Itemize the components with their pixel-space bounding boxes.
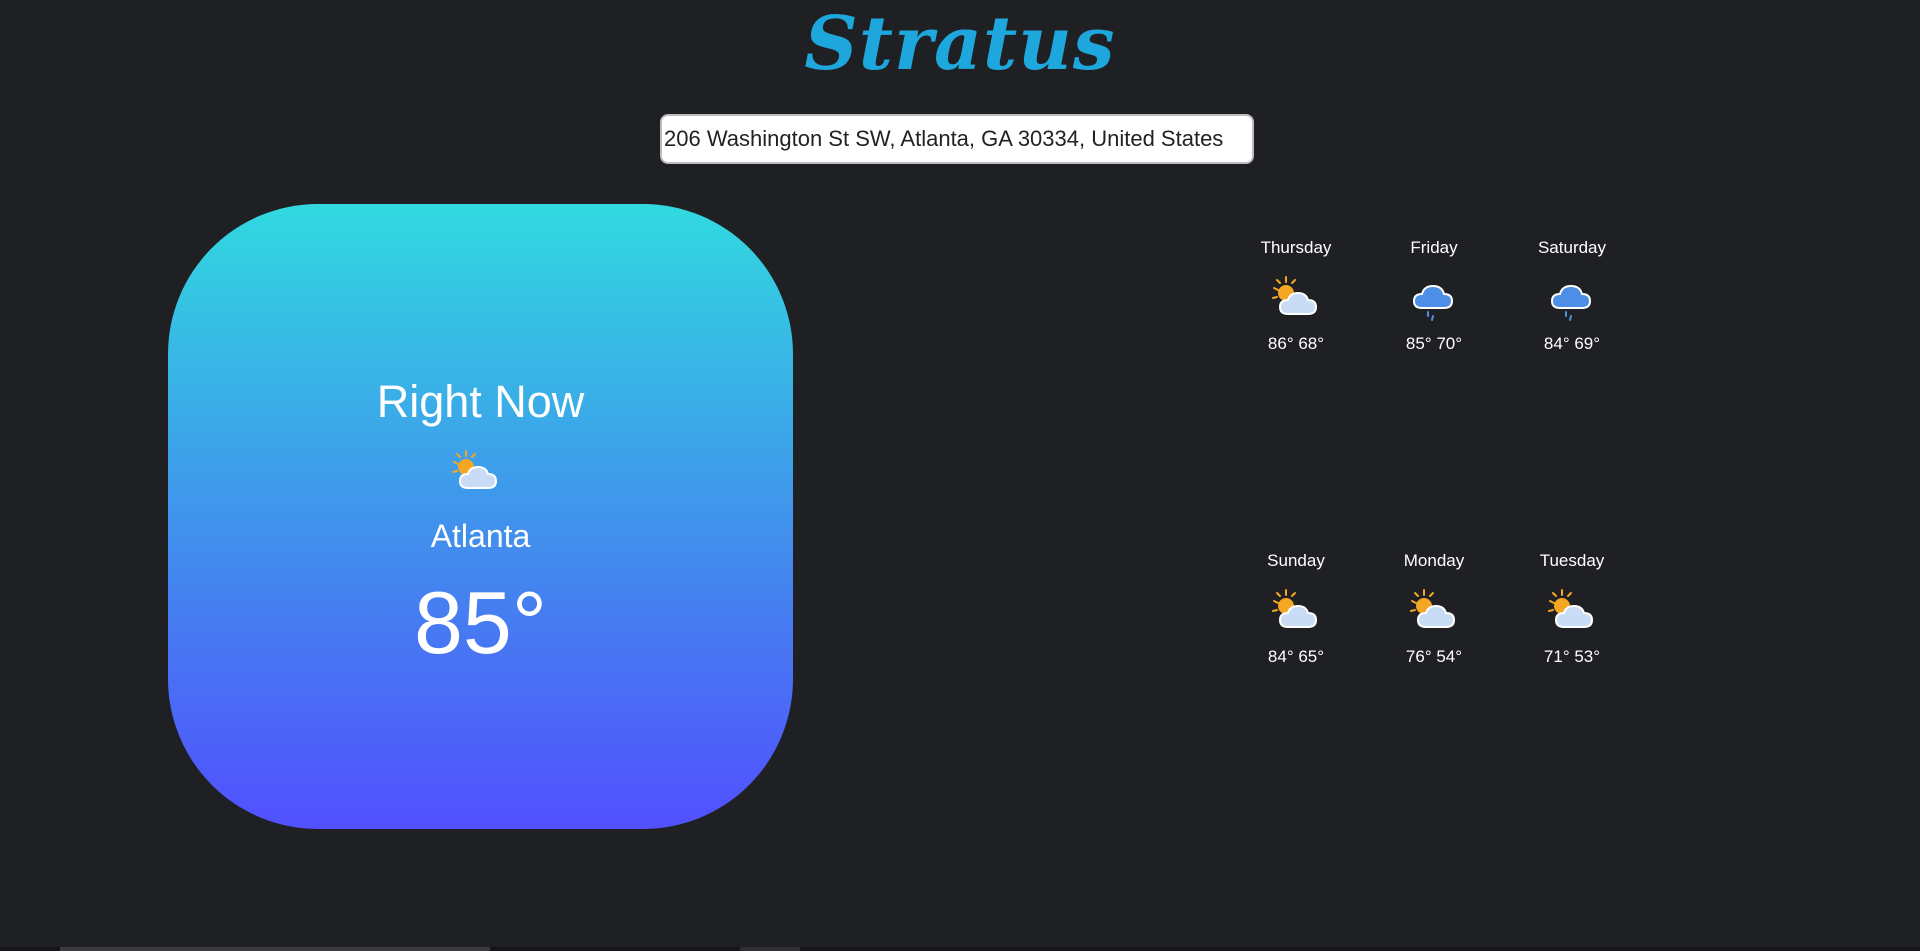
forecast-temps: 85° 70° bbox=[1405, 334, 1463, 353]
address-search-input[interactable] bbox=[660, 114, 1254, 164]
horizontal-scrollbar[interactable] bbox=[0, 947, 1920, 951]
forecast-temps: 86° 68° bbox=[1267, 334, 1325, 353]
forecast-temps: 84° 65° bbox=[1267, 647, 1325, 666]
scrollbar-segment bbox=[740, 947, 800, 951]
forecast-temps: 76° 54° bbox=[1405, 647, 1463, 666]
forecast-temps: 71° 53° bbox=[1543, 647, 1601, 666]
forecast-day: Monday 76° 54° bbox=[1365, 545, 1503, 671]
current-heading: Right Now bbox=[376, 376, 585, 427]
rain-cloud-icon bbox=[1544, 274, 1600, 322]
search-bar bbox=[660, 114, 1254, 164]
weather-app: Stratus Right Now Atlanta 85° Thursday 8… bbox=[0, 0, 1920, 951]
current-city: Atlanta bbox=[430, 518, 531, 554]
current-weather-card: Right Now Atlanta 85° bbox=[168, 204, 793, 829]
partly-cloudy-icon bbox=[1268, 274, 1324, 322]
app-title: Stratus bbox=[804, 1, 1116, 87]
forecast-day-name: Friday bbox=[1410, 238, 1458, 257]
forecast-day: Sunday 84° 65° bbox=[1227, 545, 1365, 671]
forecast-day-name: Saturday bbox=[1537, 238, 1607, 257]
scrollbar-thumb[interactable] bbox=[60, 947, 490, 951]
forecast-day-name: Thursday bbox=[1260, 238, 1332, 257]
partly-cloudy-icon bbox=[446, 448, 506, 496]
forecast-day-name: Tuesday bbox=[1539, 551, 1605, 570]
forecast-day: Thursday 86° 68° bbox=[1227, 232, 1365, 358]
forecast-temps: 84° 69° bbox=[1543, 334, 1601, 353]
partly-cloudy-icon bbox=[1268, 587, 1324, 635]
forecast-day: Friday 85° 70° bbox=[1365, 232, 1503, 358]
forecast-day-name: Sunday bbox=[1267, 551, 1325, 570]
forecast-day: Tuesday 71° 53° bbox=[1503, 545, 1641, 671]
rain-cloud-icon bbox=[1406, 274, 1462, 322]
forecast-day-name: Monday bbox=[1403, 551, 1465, 570]
partly-cloudy-icon bbox=[1544, 587, 1600, 635]
current-temperature: 85° bbox=[413, 573, 548, 672]
forecast-day: Saturday 84° 69° bbox=[1503, 232, 1641, 358]
partly-cloudy-icon bbox=[1406, 587, 1462, 635]
